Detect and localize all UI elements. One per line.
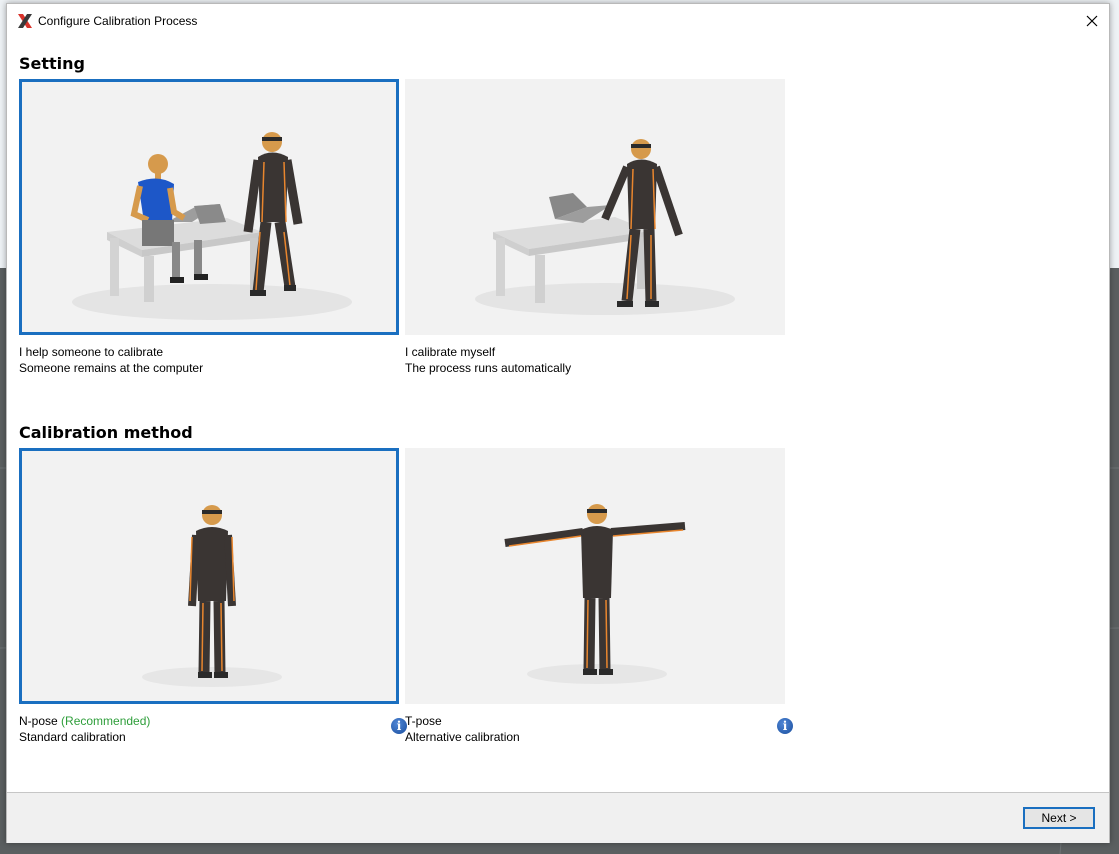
option-image-t-pose: [405, 448, 785, 704]
option-image-calibrate-myself: [405, 79, 785, 335]
calibration-method-heading: Calibration method: [19, 423, 193, 442]
option-title: T-pose: [405, 714, 442, 728]
info-icon[interactable]: i: [777, 718, 793, 734]
option-subtitle: Standard calibration: [19, 730, 126, 744]
recommended-tag: (Recommended): [61, 714, 151, 728]
option-title: I calibrate myself: [405, 345, 496, 359]
title-bar: Configure Calibration Process: [7, 4, 1109, 38]
dialog-footer: Next >: [7, 792, 1109, 843]
window-title: Configure Calibration Process: [38, 14, 198, 28]
option-t-pose[interactable]: T-pose Alternative calibration i: [405, 448, 793, 744]
close-button[interactable]: [1075, 4, 1109, 38]
configure-calibration-dialog: Configure Calibration Process Setting I …: [6, 3, 1110, 843]
option-title: I help someone to calibrate: [19, 345, 164, 359]
option-image-help-someone: [19, 79, 399, 335]
setting-heading: Setting: [19, 54, 85, 73]
option-subtitle: The process runs automatically: [405, 361, 572, 375]
option-image-n-pose: [19, 448, 399, 704]
close-icon: [1086, 15, 1098, 27]
option-title-text: N-pose: [19, 714, 58, 728]
next-button[interactable]: Next >: [1023, 807, 1095, 829]
option-title: N-pose (Recommended): [19, 714, 150, 728]
option-help-someone[interactable]: I help someone to calibrate Someone rema…: [19, 79, 399, 375]
option-subtitle: Someone remains at the computer: [19, 361, 204, 375]
option-subtitle: Alternative calibration: [405, 730, 520, 744]
option-calibrate-myself[interactable]: I calibrate myself The process runs auto…: [405, 79, 785, 375]
xsens-logo-icon: [17, 13, 33, 29]
option-n-pose[interactable]: N-pose (Recommended) Standard calibratio…: [19, 448, 407, 744]
